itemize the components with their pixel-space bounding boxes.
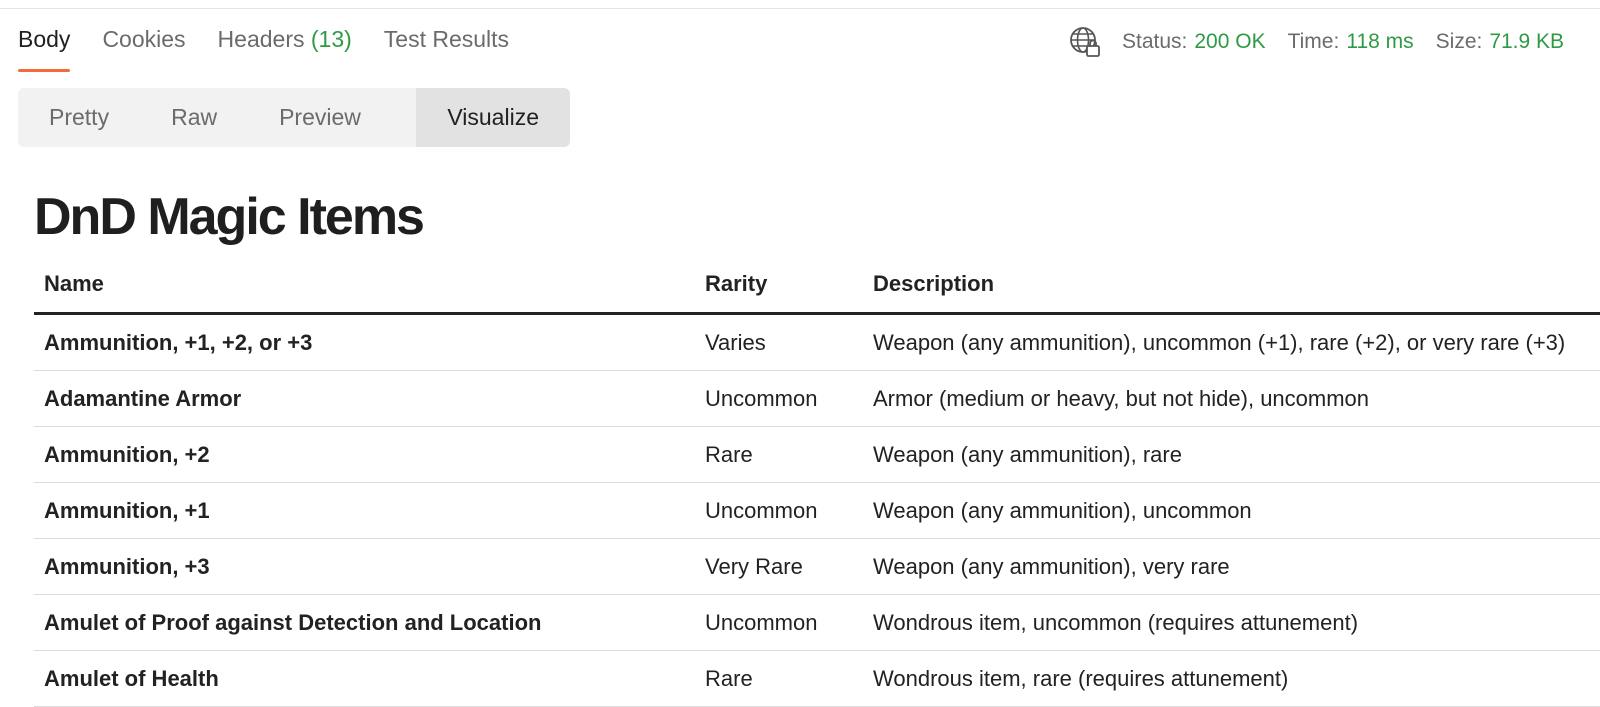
item-description: Wondrous item, rare (requires attunement… bbox=[863, 650, 1600, 707]
table-row: Ammunition, +3 Very Rare Weapon (any amm… bbox=[34, 538, 1600, 595]
item-name: Ammunition, +2 bbox=[34, 426, 695, 483]
table-row: Ammunition, +1 Uncommon Weapon (any ammu… bbox=[34, 482, 1600, 539]
globe-lock-icon[interactable] bbox=[1068, 25, 1102, 59]
view-mode-raw[interactable]: Raw bbox=[140, 88, 248, 147]
table-row: Amulet of Proof against Detection and Lo… bbox=[34, 594, 1600, 651]
column-header-description: Description bbox=[863, 256, 1600, 315]
view-mode-pretty[interactable]: Pretty bbox=[18, 88, 140, 147]
size-label: Size: bbox=[1435, 30, 1483, 53]
status-label: Status: bbox=[1122, 30, 1188, 53]
item-description: Armor (medium or heavy, but not hide), u… bbox=[863, 370, 1600, 427]
time-label: Time: bbox=[1287, 30, 1340, 53]
item-rarity: Very Rare bbox=[695, 538, 863, 595]
column-header-name: Name bbox=[34, 256, 695, 315]
item-description: Weapon (any ammunition), uncommon bbox=[863, 482, 1600, 539]
response-tabs: Body Cookies Headers (13) Test Results bbox=[18, 18, 541, 72]
tab-body[interactable]: Body bbox=[18, 18, 71, 72]
item-name: Ammunition, +3 bbox=[34, 538, 695, 595]
item-name: Adamantine Armor bbox=[34, 370, 695, 427]
view-mode-visualize[interactable]: Visualize bbox=[416, 88, 570, 147]
item-rarity: Uncommon bbox=[695, 482, 863, 539]
item-rarity: Rare bbox=[695, 650, 863, 707]
column-header-rarity: Rarity bbox=[695, 256, 863, 315]
table-row: Adamantine Armor Uncommon Armor (medium … bbox=[34, 370, 1600, 427]
table-row: Ammunition, +1, +2, or +3 Varies Weapon … bbox=[34, 313, 1600, 371]
table-header-row: Name Rarity Description bbox=[34, 256, 1600, 315]
item-rarity: Uncommon bbox=[695, 594, 863, 651]
tab-headers[interactable]: Headers (13) bbox=[218, 18, 352, 72]
view-mode-preview[interactable]: Preview bbox=[248, 88, 392, 147]
item-name: Amulet of Proof against Detection and Lo… bbox=[34, 594, 695, 651]
magic-items-table: Name Rarity Description Ammunition, +1, … bbox=[34, 256, 1600, 707]
item-name: Ammunition, +1, +2, or +3 bbox=[34, 313, 695, 371]
time-value[interactable]: 118 ms bbox=[1346, 30, 1413, 54]
tab-cookies[interactable]: Cookies bbox=[102, 18, 185, 72]
table-row: Ammunition, +2 Rare Weapon (any ammuniti… bbox=[34, 426, 1600, 483]
size-value[interactable]: 71.9 KB bbox=[1489, 30, 1564, 54]
status-value[interactable]: 200 OK bbox=[1194, 30, 1265, 54]
item-description: Weapon (any ammunition), uncommon (+1), … bbox=[863, 313, 1600, 371]
tab-test-results[interactable]: Test Results bbox=[384, 18, 509, 72]
item-description: Weapon (any ammunition), very rare bbox=[863, 538, 1600, 595]
item-description: Weapon (any ammunition), rare bbox=[863, 426, 1600, 483]
headers-count: (13) bbox=[310, 26, 352, 52]
top-divider bbox=[0, 0, 1600, 9]
table-row: Amulet of Health Rare Wondrous item, rar… bbox=[34, 650, 1600, 707]
response-status: Status: 200 OK Time: 118 ms Size: 71.9 K… bbox=[1068, 18, 1586, 66]
item-rarity: Varies bbox=[695, 313, 863, 371]
item-description: Wondrous item, uncommon (requires attune… bbox=[863, 594, 1600, 651]
item-rarity: Rare bbox=[695, 426, 863, 483]
item-rarity: Uncommon bbox=[695, 370, 863, 427]
visualization-title: DnD Magic Items bbox=[34, 188, 425, 246]
item-name: Amulet of Health bbox=[34, 650, 695, 707]
view-mode-selector: Pretty Raw Preview Visualize bbox=[18, 88, 570, 147]
item-name: Ammunition, +1 bbox=[34, 482, 695, 539]
